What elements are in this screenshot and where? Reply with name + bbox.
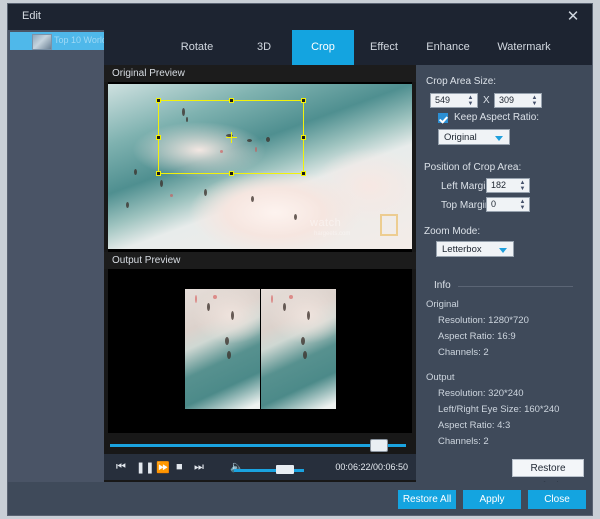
crop-area-size-label: Crop Area Size: (426, 76, 497, 87)
volume-thumb[interactable] (276, 465, 294, 474)
left-margin-value: 182 (491, 180, 507, 190)
pause-icon[interactable]: ❚❚ (136, 461, 154, 474)
original-preview-header: Original Preview (104, 65, 416, 82)
crop-handle-e[interactable] (301, 135, 306, 140)
keep-aspect-ratio-checkbox[interactable] (438, 113, 448, 123)
top-margin-stepper-icon[interactable]: ▲ ▼ (519, 199, 526, 211)
left-margin-stepper-icon[interactable]: ▲ ▼ (519, 180, 526, 192)
info-original-row-2: Channels: 2 (438, 347, 489, 358)
edit-window: Edit ✕ Rotate 3D Crop Effect Enhance Wat… (8, 4, 592, 515)
crop-width-input[interactable]: 549 ▲ ▼ (430, 93, 478, 108)
crop-settings-panel: Crop Area Size: 549 ▲ ▼ X 309 ▲ ▼ Keep Asp… (416, 65, 592, 492)
aspect-ratio-value: Original (444, 132, 477, 143)
close-icon[interactable]: ✕ (562, 7, 584, 27)
info-original-row-1: Aspect Ratio: 16:9 (438, 331, 516, 342)
left-margin-input[interactable]: 182 ▲ ▼ (486, 178, 530, 193)
size-times-symbol: X (483, 95, 490, 106)
crop-selection-rect[interactable] (156, 98, 306, 176)
info-divider (458, 286, 573, 287)
crop-handle-ne[interactable] (301, 98, 306, 103)
position-of-crop-area-label: Position of Crop Area: (424, 162, 522, 173)
keep-aspect-ratio-label: Keep Aspect Ratio: (454, 112, 540, 123)
transport-bar: ⏮ ❚❚ ⏩ ■ ⏭ 🔈 00:06:22/00:06:50 (104, 454, 416, 480)
crop-handle-sw[interactable] (156, 171, 161, 176)
crop-height-stepper-icon[interactable]: ▲ ▼ (531, 95, 538, 107)
zoom-mode-label: Zoom Mode: (424, 226, 481, 237)
watermark-box-icon (380, 214, 398, 236)
crop-handle-se[interactable] (301, 171, 306, 176)
right-eye-frame (261, 289, 336, 409)
watermark-subtext: hargeets.com (314, 231, 351, 237)
info-output-row-3: Channels: 2 (438, 436, 489, 447)
restore-all-button[interactable]: Restore All (398, 490, 456, 509)
tab-rotate[interactable]: Rotate (158, 30, 236, 65)
bottom-button-bar: Restore All Apply Close (8, 482, 592, 515)
info-output-row-0: Resolution: 320*240 (438, 388, 524, 399)
tab-enhance[interactable]: Enhance (414, 30, 482, 65)
zoom-mode-dropdown[interactable]: Letterbox (436, 241, 514, 257)
title-bar: Edit ✕ (8, 4, 592, 30)
crop-handle-n[interactable] (229, 98, 234, 103)
output-preview-header: Output Preview (104, 252, 416, 269)
top-margin-input[interactable]: 0 ▲ ▼ (486, 197, 530, 212)
info-output-title: Output (426, 372, 455, 383)
chevron-down-icon (499, 248, 507, 253)
fast-forward-icon[interactable]: ⏩ (156, 461, 170, 474)
video-thumbnail-icon (32, 34, 52, 50)
top-margin-value: 0 (491, 199, 497, 209)
info-original-row-0: Resolution: 1280*720 (438, 315, 529, 326)
watermark-text: watch (310, 217, 342, 229)
crop-handle-s[interactable] (229, 171, 234, 176)
watermark-overlay: watch hargeets.com (310, 211, 406, 245)
apply-button[interactable]: Apply (463, 490, 521, 509)
tab-crop[interactable]: Crop (292, 30, 354, 65)
info-original-title: Original (426, 299, 459, 310)
seek-track[interactable] (110, 444, 406, 447)
original-preview[interactable]: watch hargeets.com (108, 82, 412, 252)
info-title: Info (434, 280, 451, 291)
crop-width-value: 549 (435, 95, 451, 105)
close-button[interactable]: Close (528, 490, 586, 509)
sidebar-item-label: Top 10 World (54, 35, 104, 45)
crop-height-value: 309 (499, 95, 515, 105)
aspect-ratio-dropdown[interactable]: Original (438, 129, 510, 145)
crop-handle-nw[interactable] (156, 98, 161, 103)
info-output-row-2: Aspect Ratio: 4:3 (438, 420, 511, 431)
sidebar: Top 10 World (8, 30, 104, 515)
preview-column: Original Preview watch hargeets.com Outp… (104, 65, 416, 515)
zoom-mode-value: Letterbox (442, 244, 482, 255)
tab-effect[interactable]: Effect (354, 30, 414, 65)
left-eye-frame (185, 289, 260, 409)
restore-defaults-button[interactable]: Restore Defaults (512, 459, 584, 492)
skip-next-icon[interactable]: ⏭ (194, 461, 204, 474)
crop-width-stepper-icon[interactable]: ▲ ▼ (467, 95, 474, 107)
tab-watermark[interactable]: Watermark (482, 30, 566, 65)
tab-3d[interactable]: 3D (236, 30, 292, 65)
crop-height-input[interactable]: 309 ▲ ▼ (494, 93, 542, 108)
stop-icon[interactable]: ■ (176, 461, 183, 473)
time-display: 00:06:22/00:06:50 (335, 462, 408, 472)
crop-handle-w[interactable] (156, 135, 161, 140)
info-output-row-1: Left/Right Eye Size: 160*240 (438, 404, 560, 415)
sidebar-item-top-10-world[interactable]: Top 10 World (10, 32, 104, 50)
seek-thumb[interactable] (370, 439, 389, 452)
seek-bar[interactable] (110, 439, 406, 452)
crop-center-crosshair-icon (226, 132, 237, 143)
output-preview (108, 269, 412, 433)
chevron-down-icon (495, 136, 503, 141)
skip-previous-icon[interactable]: ⏮ (116, 461, 126, 474)
window-title: Edit (22, 10, 41, 22)
